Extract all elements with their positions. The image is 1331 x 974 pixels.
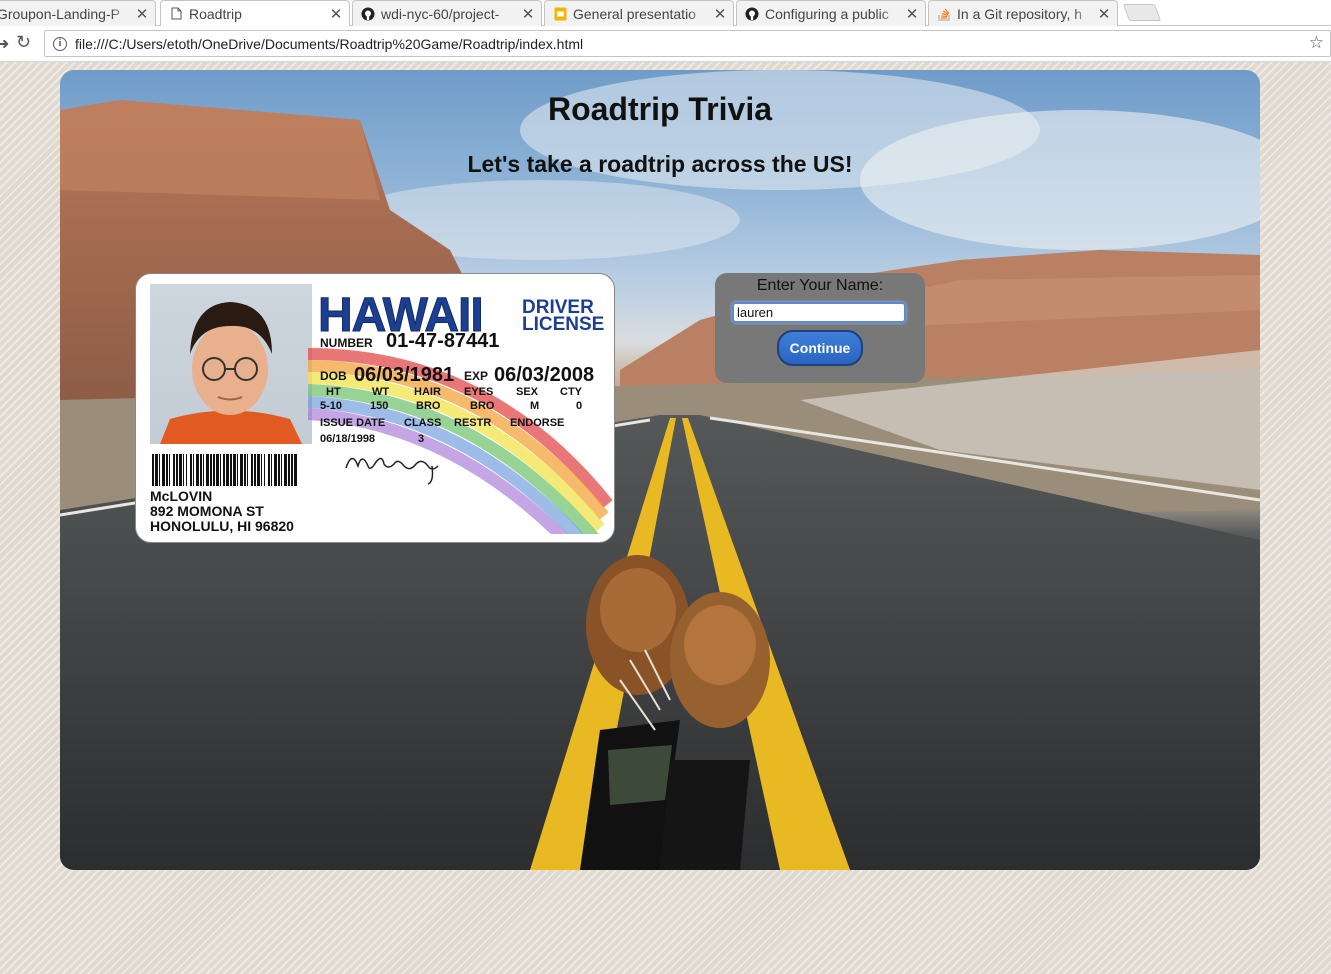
close-icon[interactable]: ✕ — [329, 5, 343, 23]
bookmark-star-icon[interactable]: ☆ — [1309, 33, 1324, 53]
number-label: NUMBER — [320, 336, 373, 350]
endorse-header: ENDORSE — [510, 417, 565, 429]
sex-header: SEX — [516, 386, 539, 398]
close-icon[interactable]: ✕ — [521, 5, 535, 23]
close-icon[interactable]: ✕ — [713, 5, 727, 23]
tab-stackoverflow[interactable]: In a Git repository, h ✕ — [928, 0, 1118, 26]
info-icon[interactable]: i — [53, 36, 67, 51]
github-icon — [361, 7, 375, 21]
issue-date-header: ISSUE DATE — [320, 417, 386, 429]
license-photo — [150, 284, 312, 444]
ht-header: HT — [326, 386, 341, 398]
tab-title: Roadtrip — [189, 5, 242, 22]
tab-title: Configuring a public — [765, 5, 889, 22]
eyes-header: EYES — [464, 386, 494, 398]
document-icon — [169, 7, 183, 21]
tab-roadtrip[interactable]: Roadtrip ✕ — [160, 0, 350, 26]
reload-icon[interactable]: ↻ — [16, 32, 31, 53]
tab-github-project[interactable]: wdi-nyc-60/project- ✕ — [352, 0, 542, 26]
dob-value: 06/03/1981 — [354, 364, 455, 386]
exp-label: EXP — [464, 369, 489, 383]
close-icon[interactable]: ✕ — [135, 5, 149, 23]
roadtrip-background: Roadtrip Trivia Let's take a roadtrip ac… — [60, 70, 1260, 870]
continue-button[interactable]: Continue — [777, 330, 863, 366]
name-label: Enter Your Name: — [756, 277, 884, 294]
stackoverflow-icon — [937, 7, 951, 21]
tab-slides[interactable]: General presentatio ✕ — [544, 0, 734, 26]
signature-image — [345, 457, 439, 485]
ht-value: 5-10 — [320, 400, 343, 412]
sex-value: M — [530, 400, 540, 412]
tab-title: wdi-nyc-60/project- — [381, 5, 500, 22]
tab-groupon[interactable]: Groupon-Landing-P ✕ — [0, 0, 156, 26]
license-address1: 892 MOMONA ST — [150, 503, 264, 519]
license-number: 01-47-87441 — [386, 330, 500, 352]
dob-label: DOB — [320, 369, 347, 383]
barcode-image — [152, 454, 297, 486]
driver-license-card: HAWAII DRIVER LICENSE NUMBER 01-47-87441… — [135, 273, 615, 543]
hair-value: BRO — [416, 400, 441, 412]
tab-title: General presentatio — [573, 5, 696, 22]
page-title: Roadtrip Trivia — [547, 91, 773, 127]
tab-title: In a Git repository, h — [957, 5, 1083, 22]
name-input[interactable] — [732, 302, 906, 323]
exp-value: 06/03/2008 — [494, 364, 595, 386]
class-header: CLASS — [404, 417, 442, 429]
license-type-line2: LICENSE — [522, 314, 605, 335]
eyes-value: BRO — [470, 400, 495, 412]
close-icon[interactable]: ✕ — [1097, 5, 1111, 23]
license-name: McLOVIN — [150, 488, 213, 504]
url-text[interactable]: file:///C:/Users/etoth/OneDrive/Document… — [75, 36, 583, 52]
cty-header: CTY — [560, 386, 582, 398]
restr-header: RESTR — [454, 417, 492, 429]
github-icon — [745, 7, 759, 21]
slides-icon — [553, 7, 567, 21]
new-tab-button[interactable] — [1122, 4, 1162, 21]
license-address2: HONOLULU, HI 96820 — [150, 518, 294, 534]
tab-strip: Groupon-Landing-P ✕ Roadtrip ✕ wdi-nyc-6… — [0, 0, 1331, 26]
name-form: Enter Your Name: Continue — [715, 273, 925, 383]
page-subtitle: Let's take a roadtrip across the US! — [467, 151, 853, 177]
hair-header: HAIR — [414, 386, 441, 398]
address-bar[interactable]: i file:///C:/Users/etoth/OneDrive/Docume… — [44, 30, 1331, 57]
cty-value: 0 — [576, 400, 583, 412]
tab-github-configuring[interactable]: Configuring a public ✕ — [736, 0, 926, 26]
wt-header: WT — [372, 386, 390, 398]
browser-toolbar: ➜ ↻ i file:///C:/Users/etoth/OneDrive/Do… — [0, 26, 1331, 62]
close-icon[interactable]: ✕ — [905, 5, 919, 23]
tab-title: Groupon-Landing-P — [0, 5, 120, 22]
wt-value: 150 — [370, 400, 389, 412]
license-type: DRIVER LICENSE — [522, 298, 612, 335]
forward-icon[interactable]: ➜ — [0, 34, 9, 54]
